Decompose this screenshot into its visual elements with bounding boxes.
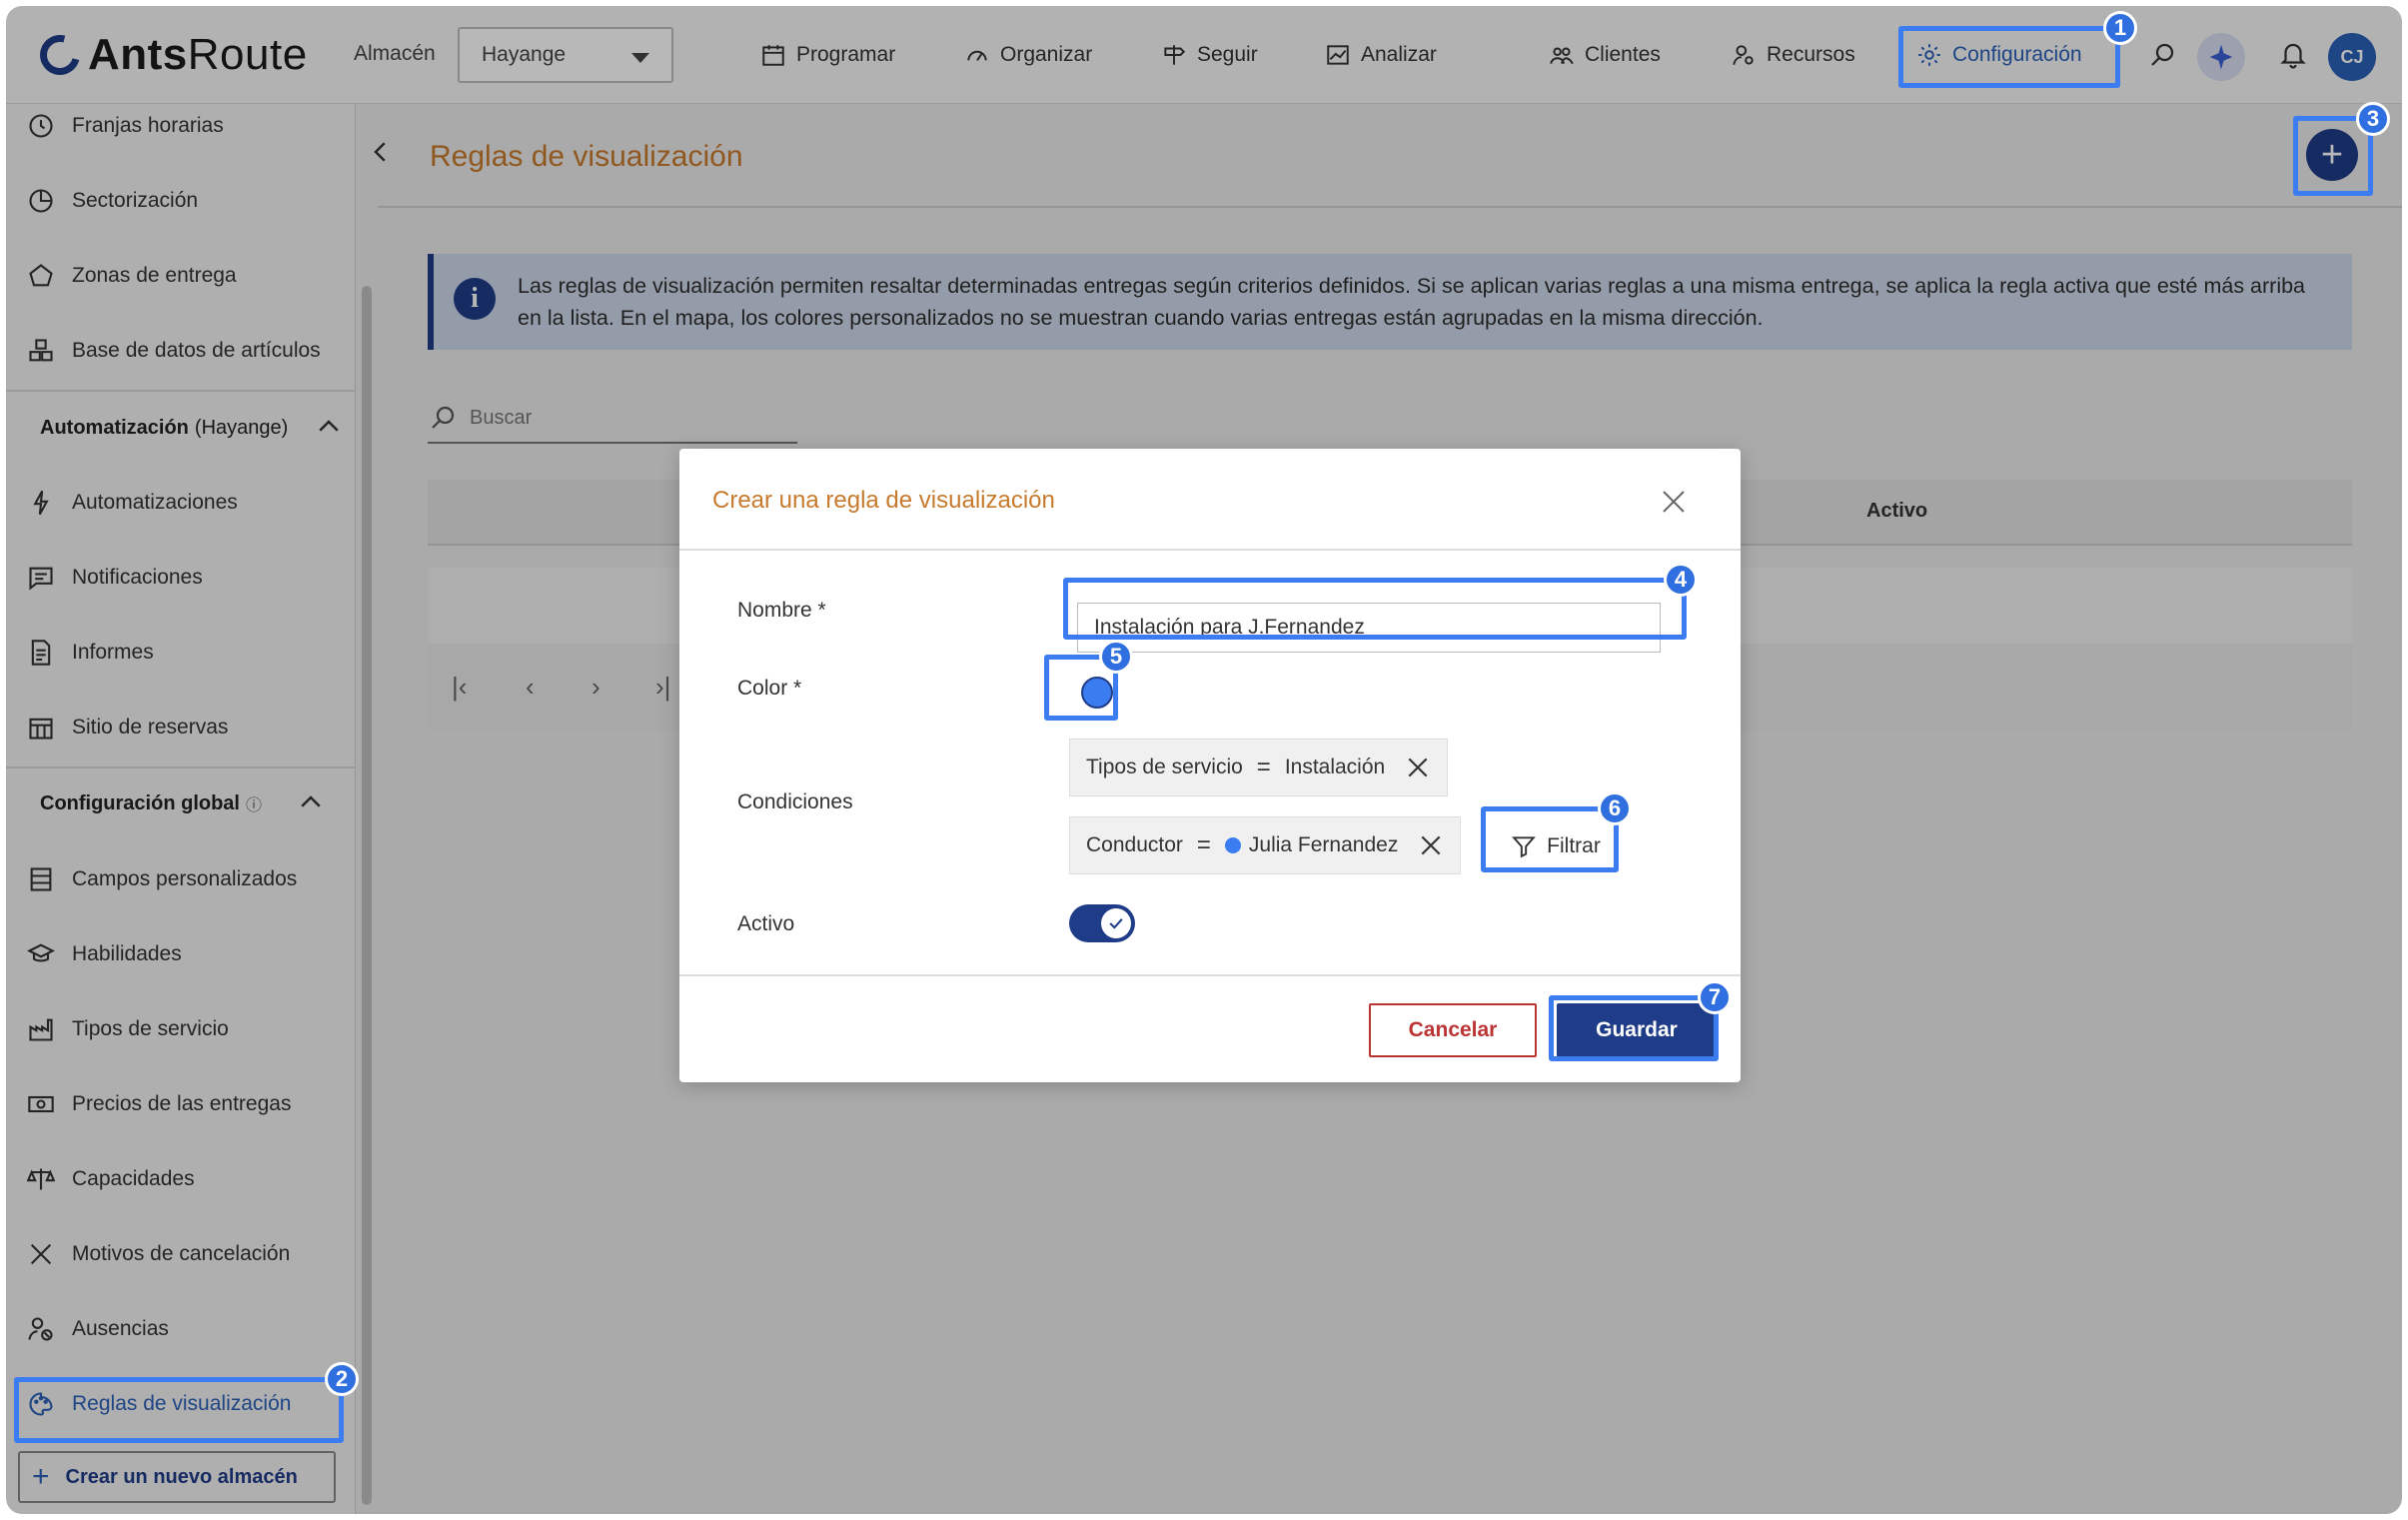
remove-condition-icon[interactable] bbox=[1405, 755, 1431, 780]
remove-condition-icon[interactable] bbox=[1418, 832, 1444, 858]
step-badge: 5 bbox=[1099, 640, 1133, 674]
step-badge: 7 bbox=[1698, 980, 1732, 1014]
color-label: Color * bbox=[737, 677, 802, 700]
condition-chip[interactable]: Conductor = Julia Fernandez bbox=[1069, 816, 1462, 874]
highlight-box bbox=[1549, 995, 1719, 1061]
check-icon bbox=[1109, 918, 1123, 929]
driver-color-dot bbox=[1224, 837, 1241, 853]
highlight-box bbox=[1898, 26, 2120, 88]
close-icon[interactable] bbox=[1659, 487, 1689, 517]
name-label: Nombre * bbox=[737, 599, 826, 622]
create-rule-dialog: Crear una regla de visualización Nombre … bbox=[679, 449, 1741, 1082]
step-badge: 1 bbox=[2103, 11, 2137, 45]
step-badge: 4 bbox=[1664, 563, 1698, 597]
highlight-box bbox=[1063, 578, 1687, 640]
highlight-box bbox=[1481, 806, 1619, 872]
app-window: AntsRoute Almacén Hayange Programar Orga… bbox=[6, 6, 2402, 1514]
active-label: Activo bbox=[737, 912, 795, 935]
active-toggle[interactable] bbox=[1069, 904, 1135, 942]
dialog-title: Crear una regla de visualización bbox=[712, 487, 1055, 514]
condition-chip[interactable]: Tipos de servicio = Instalación bbox=[1069, 739, 1449, 796]
conditions-label: Condiciones bbox=[737, 790, 853, 813]
highlight-box bbox=[14, 1377, 344, 1443]
cancel-button[interactable]: Cancelar bbox=[1369, 1003, 1537, 1057]
step-badge: 3 bbox=[2356, 102, 2390, 136]
step-badge: 6 bbox=[1598, 791, 1632, 825]
step-badge: 2 bbox=[325, 1362, 359, 1396]
